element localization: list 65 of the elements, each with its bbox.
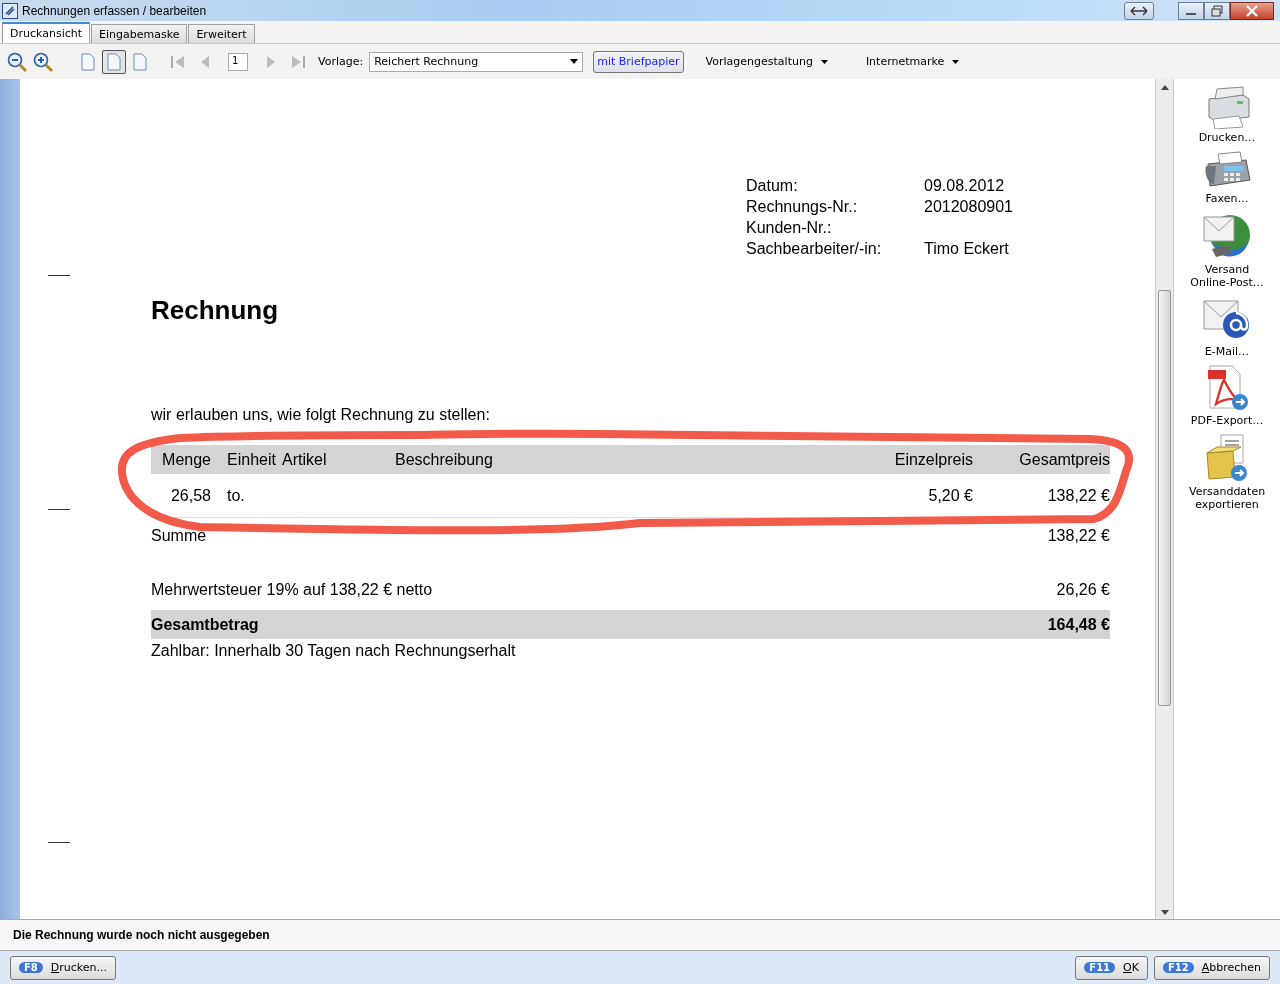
column-header: Gesamtpreis [1018, 450, 1110, 469]
column-header: Artikel [282, 450, 328, 469]
restore-icon [1211, 4, 1223, 17]
table-cell: 5,20 € [928, 486, 973, 504]
meta-value: 2012080901 [924, 197, 1013, 217]
meta-label: Rechnungs-Nr.: [746, 197, 859, 217]
vat-label: Mehrwertsteuer 19% auf 138,22 € netto [151, 581, 433, 599]
resize-button[interactable] [1124, 1, 1154, 20]
template-dropdown[interactable]: Reichert Rechnung [369, 51, 584, 72]
action-button[interactable]: Versanddaten exportieren [1184, 433, 1270, 511]
caret-icon [570, 59, 579, 64]
column-header: Einzelpreis [893, 450, 974, 469]
menu-button[interactable]: Vorlagengestaltung [699, 54, 834, 69]
meta-label: Kunden-Nr.: [746, 218, 833, 238]
sum-label: Summe [151, 527, 207, 545]
page-view-button[interactable] [102, 49, 126, 74]
document-heading: Rechnung [151, 295, 280, 325]
meta-value: Timo Eckert [924, 239, 1009, 259]
page-number-field[interactable]: 1 [228, 52, 248, 71]
column-header: Einheit [226, 450, 277, 469]
intro-text: wir erlauben uns, wie folgt Rechnung zu stellen: [151, 405, 491, 425]
status-message: Die Rechnung wurde noch nicht ausgegeben [13, 928, 270, 942]
menu-button[interactable]: Internetmarke [859, 54, 966, 69]
close-icon [1245, 4, 1259, 17]
minimize-button[interactable] [1178, 1, 1204, 20]
tab[interactable]: Erweitert [188, 24, 255, 43]
meta-label: Sachbearbeiter/-in: [746, 239, 883, 259]
scrollbar-thumb[interactable] [1158, 290, 1171, 706]
table-cell: to. [227, 486, 245, 504]
minimize-icon [1186, 12, 1196, 15]
action-button[interactable]: Drucken… [1184, 83, 1270, 144]
zoom-in-icon[interactable] [32, 50, 54, 73]
scroll-down-icon[interactable] [1160, 910, 1169, 915]
close-button[interactable] [1230, 1, 1274, 20]
template-label: Vorlage: [318, 55, 364, 68]
app-icon [2, 2, 18, 19]
window-title: Rechnungen erfassen / bearbeiten [22, 3, 207, 18]
column-header: Beschreibung [395, 450, 494, 469]
caret-icon [820, 59, 828, 64]
vertical-scrollbar[interactable] [1155, 79, 1173, 919]
dialog-button[interactable]: F12 Abbrechen [1153, 955, 1270, 980]
scroll-up-icon[interactable] [1160, 85, 1169, 90]
payment-terms: Zahlbar: Innerhalb 30 Tagen nach Rechnungserhalt [151, 641, 517, 661]
action-button[interactable]: Versand Online-Post… [1184, 211, 1270, 289]
vat-value: 26,26 € [1056, 581, 1110, 599]
table-cell: 138,22 € [1047, 486, 1110, 504]
tab[interactable]: Druckansicht [2, 22, 91, 43]
dialog-button[interactable]: F8 Drucken... [10, 955, 117, 980]
column-header: Menge [161, 450, 212, 469]
total-value: 164,48 € [1047, 615, 1110, 634]
restore-button[interactable] [1204, 1, 1230, 20]
double-arrow-icon [1129, 5, 1149, 16]
dialog-button[interactable]: F11 OK [1075, 955, 1148, 980]
action-button[interactable]: Faxen… [1184, 150, 1270, 205]
sum-value: 138,22 € [1047, 527, 1110, 545]
table-cell: 26,58 [170, 486, 211, 504]
action-button[interactable]: E-Mail… [1184, 295, 1270, 358]
tab[interactable]: Eingabemaske [91, 24, 188, 43]
letterhead-toggle[interactable]: mit Briefpapier [593, 50, 684, 73]
meta-value: 09.08.2012 [924, 176, 1005, 196]
caret-icon [952, 59, 960, 64]
zoom-out-icon[interactable] [6, 50, 28, 73]
total-label: Gesamtbetrag [151, 615, 259, 634]
action-button[interactable]: PDF-Export… [1184, 364, 1270, 427]
meta-label: Datum: [746, 176, 799, 196]
